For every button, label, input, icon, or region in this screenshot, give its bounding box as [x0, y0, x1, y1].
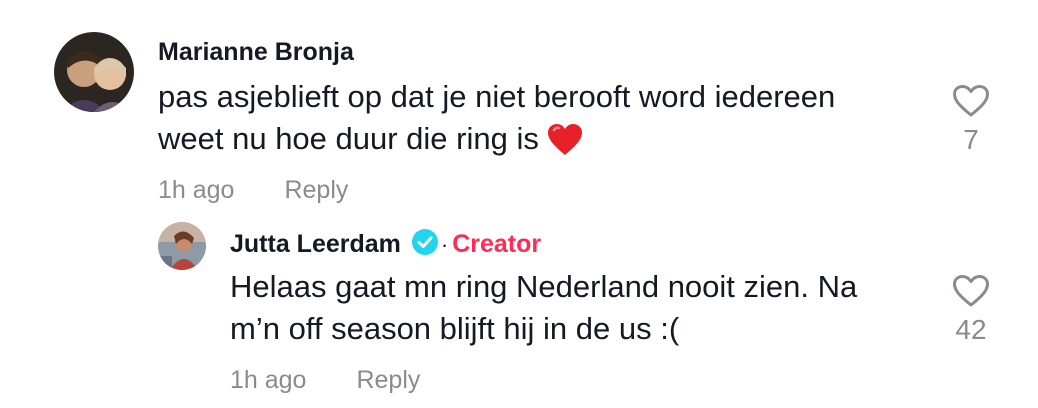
- comment-text: pas asjeblieft op dat je niet berooft wo…: [158, 76, 918, 168]
- like-button[interactable]: 42: [946, 274, 996, 346]
- comment-username-row: Jutta Leerdam · Creator: [230, 228, 541, 263]
- creator-label: Creator: [452, 230, 542, 258]
- heart-outline-icon: [953, 275, 989, 307]
- comment-time: 1h ago: [158, 176, 235, 204]
- comments-section: Marianne Bronja pas asjeblieft op dat je…: [0, 0, 1038, 408]
- comment-username[interactable]: Jutta Leerdam: [230, 230, 401, 258]
- comment-username[interactable]: Marianne Bronja: [158, 38, 354, 67]
- comment-meta: 1h ago Reply: [158, 176, 348, 205]
- avatar[interactable]: [54, 32, 134, 112]
- like-count: 7: [963, 124, 979, 155]
- avatar[interactable]: [158, 222, 206, 270]
- heart-outline-icon: [953, 85, 989, 117]
- comment-text-line: weet nu hoe duur die ring is: [158, 121, 539, 156]
- reply-button[interactable]: Reply: [356, 366, 420, 394]
- comment-text-line: m’n off season blijft hij in de us :(: [230, 311, 680, 346]
- verified-icon: [411, 228, 439, 263]
- comment-time: 1h ago: [230, 366, 307, 394]
- comment-meta: 1h ago Reply: [230, 366, 420, 395]
- reply-button[interactable]: Reply: [284, 176, 348, 204]
- comment-text: Helaas gaat mn ring Nederland nooit zien…: [230, 266, 920, 350]
- comment-text-line: pas asjeblieft op dat je niet berooft wo…: [158, 79, 836, 114]
- comment-text-line: Helaas gaat mn ring Nederland nooit zien…: [230, 269, 858, 304]
- like-button[interactable]: 7: [946, 84, 996, 156]
- red-heart-emoji-icon: [547, 123, 583, 168]
- like-count: 42: [955, 314, 987, 345]
- separator-dot: ·: [440, 232, 449, 257]
